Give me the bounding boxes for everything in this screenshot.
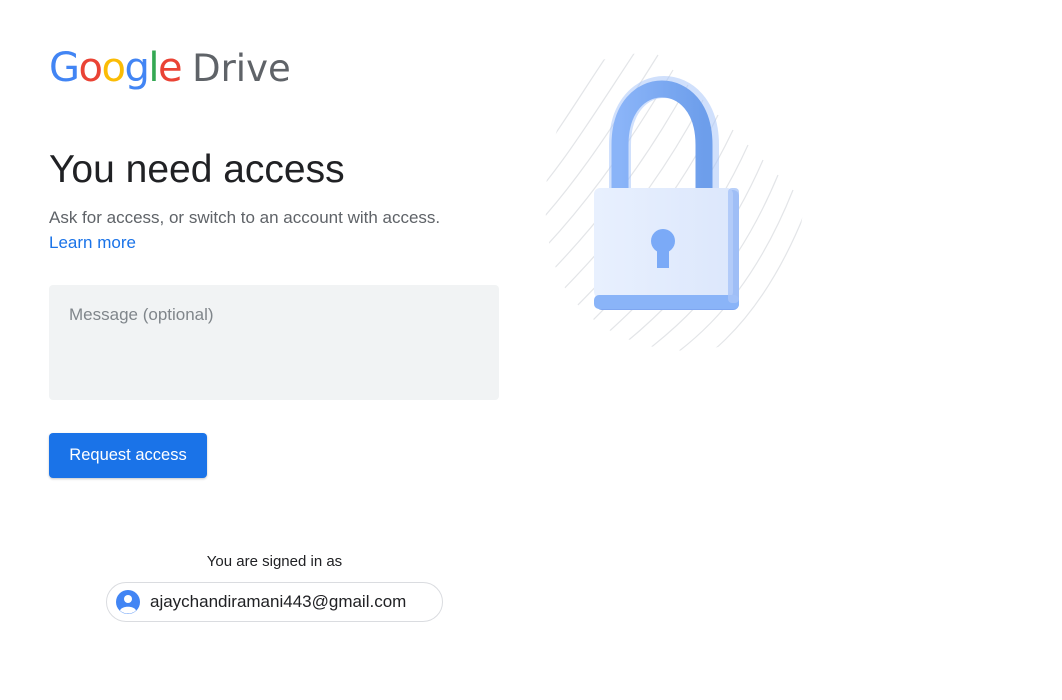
google-wordmark: Google <box>49 42 183 94</box>
message-input[interactable] <box>49 285 499 400</box>
logo-letter: e <box>157 45 183 91</box>
access-page: Google Drive You need access Ask for acc… <box>0 0 1062 700</box>
logo-letter: g <box>124 45 149 91</box>
logo-letter: l <box>148 45 159 91</box>
account-chip[interactable]: ajaychandiramani443@gmail.com <box>106 582 443 622</box>
google-drive-logo: Google Drive <box>49 42 291 94</box>
learn-more-link[interactable]: Learn more <box>49 230 136 255</box>
logo-letter: G <box>49 45 80 91</box>
access-description-text: Ask for access, or switch to an account … <box>49 208 441 227</box>
request-access-button[interactable]: Request access <box>49 433 207 478</box>
lock-illustration <box>528 45 808 355</box>
access-description: Ask for access, or switch to an account … <box>49 205 519 255</box>
lock-icon <box>545 52 805 351</box>
account-email: ajaychandiramani443@gmail.com <box>150 592 407 611</box>
drive-wordmark: Drive <box>192 47 291 90</box>
signed-in-label: You are signed in as <box>206 553 343 570</box>
logo-letter: o <box>78 45 103 91</box>
logo-letter: o <box>101 45 125 91</box>
page-title: You need access <box>49 148 345 191</box>
account-avatar-icon <box>116 590 140 614</box>
